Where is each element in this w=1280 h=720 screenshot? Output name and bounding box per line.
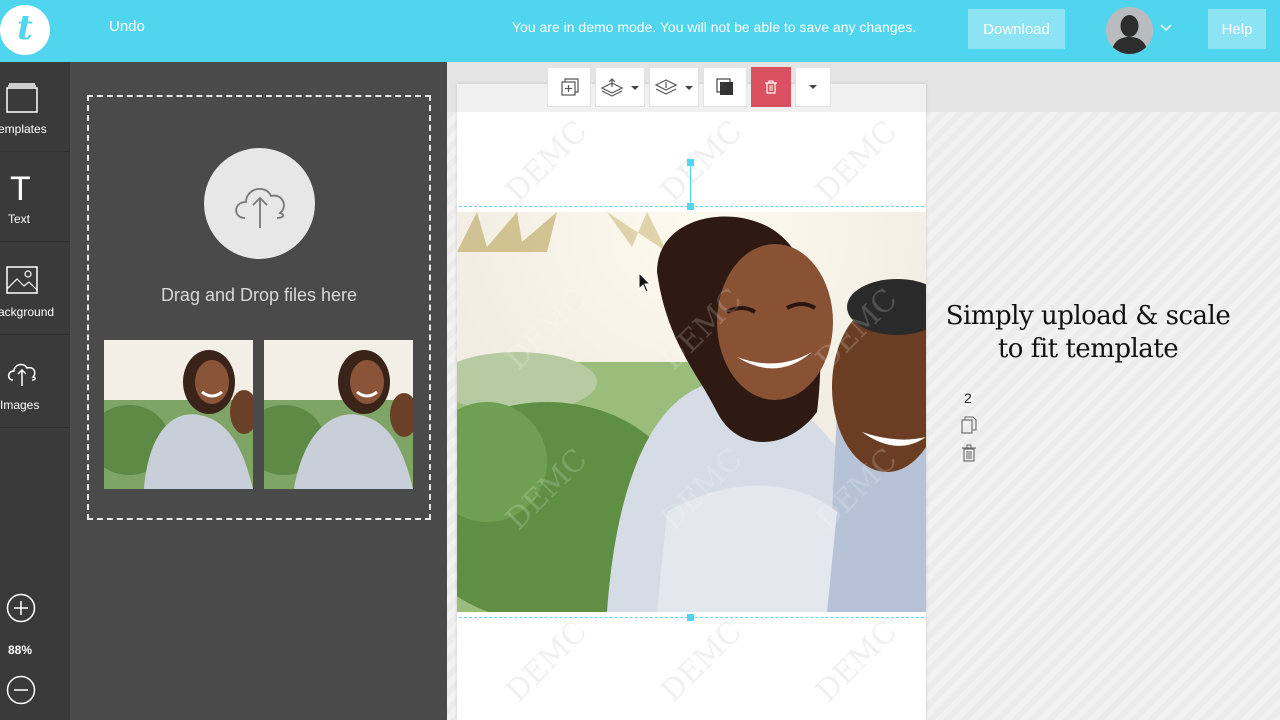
couple-photo-thumbnail xyxy=(264,340,413,489)
upload-cloud-icon xyxy=(234,187,285,228)
rail-label-templates: emplates xyxy=(0,122,47,136)
watermark: DEMC xyxy=(499,113,595,210)
resize-handle[interactable] xyxy=(687,614,694,621)
svg-text:T: T xyxy=(10,170,31,204)
undo-button[interactable]: Undo xyxy=(109,18,145,35)
watermark: DEMC xyxy=(809,113,905,210)
image-thumbnail[interactable] xyxy=(264,340,413,489)
app-logo[interactable]: t xyxy=(0,5,50,55)
snap-icon: S xyxy=(716,78,733,95)
template-page[interactable]: DEMC DEMC DEMC DEMC DEMC DEMC xyxy=(457,84,926,720)
couple-photo-thumbnail xyxy=(104,340,253,489)
resize-guide-line xyxy=(690,164,691,206)
upload-button[interactable] xyxy=(204,148,315,259)
more-options-icon xyxy=(809,85,817,89)
add-page-button[interactable] xyxy=(547,67,591,107)
help-button[interactable]: Help xyxy=(1208,9,1266,49)
left-rail: emplates T Text ackground Images 88% xyxy=(0,62,70,720)
svg-text:S: S xyxy=(720,82,727,93)
top-bar: t Undo You are in demo mode. You will no… xyxy=(0,0,1280,62)
resize-handle[interactable] xyxy=(687,203,694,210)
page-caption: Simply upload & scale to fit template xyxy=(945,301,1231,364)
mouse-cursor-icon xyxy=(638,272,652,293)
templates-icon xyxy=(6,83,38,113)
duplicate-page-icon[interactable] xyxy=(961,416,977,434)
watermark: DEMC xyxy=(654,113,750,210)
rail-label-background: ackground xyxy=(0,305,55,319)
delete-page-icon[interactable] xyxy=(961,444,977,462)
add-page-icon xyxy=(561,78,579,96)
couple-photo xyxy=(457,212,926,612)
watermark: DEMC xyxy=(809,613,905,710)
rail-item-templates[interactable]: emplates xyxy=(0,62,70,152)
background-icon xyxy=(6,266,38,294)
user-avatar-icon[interactable] xyxy=(1106,7,1153,54)
logo-letter: t xyxy=(17,8,33,48)
rail-label-text: Text xyxy=(8,212,31,226)
watermark: DEMC xyxy=(654,613,750,710)
demo-mode-message: You are in demo mode. You will not be ab… xyxy=(512,19,917,35)
zoom-out-icon[interactable] xyxy=(6,675,36,705)
bring-forward-button[interactable] xyxy=(595,67,645,107)
layer-up-icon xyxy=(600,78,639,97)
zoom-level: 88% xyxy=(8,643,33,657)
watermark: DEMC xyxy=(499,613,595,710)
placed-photo[interactable]: DEMC DEMC DEMC DEMC DEMC DEMC xyxy=(457,212,926,612)
snap-button[interactable]: S xyxy=(703,67,747,107)
drop-instructions: Drag and Drop files here xyxy=(160,285,358,305)
more-options-button[interactable] xyxy=(795,67,831,107)
text-icon: T xyxy=(10,170,31,204)
rail-item-background[interactable]: ackground xyxy=(0,245,70,335)
element-toolbar: S xyxy=(547,67,835,107)
zoom-in-icon[interactable] xyxy=(6,593,36,623)
delete-button[interactable] xyxy=(751,67,791,107)
resize-handle[interactable] xyxy=(687,159,694,166)
rail-item-images[interactable]: Images xyxy=(0,338,70,428)
chevron-down-icon[interactable] xyxy=(1159,20,1173,34)
layer-down-icon xyxy=(654,79,693,95)
download-button[interactable]: Download xyxy=(968,9,1065,49)
drop-zone[interactable]: Drag and Drop files here xyxy=(87,95,431,520)
send-backward-button[interactable] xyxy=(649,67,699,107)
rail-label-images: Images xyxy=(0,398,40,412)
delete-icon xyxy=(765,80,777,94)
image-thumbnail[interactable] xyxy=(104,340,253,489)
upload-cloud-icon xyxy=(7,363,36,386)
rail-item-text[interactable]: T Text xyxy=(0,152,70,242)
page-number: 2 xyxy=(964,390,972,406)
upload-panel: Drag and Drop files here xyxy=(70,62,447,720)
